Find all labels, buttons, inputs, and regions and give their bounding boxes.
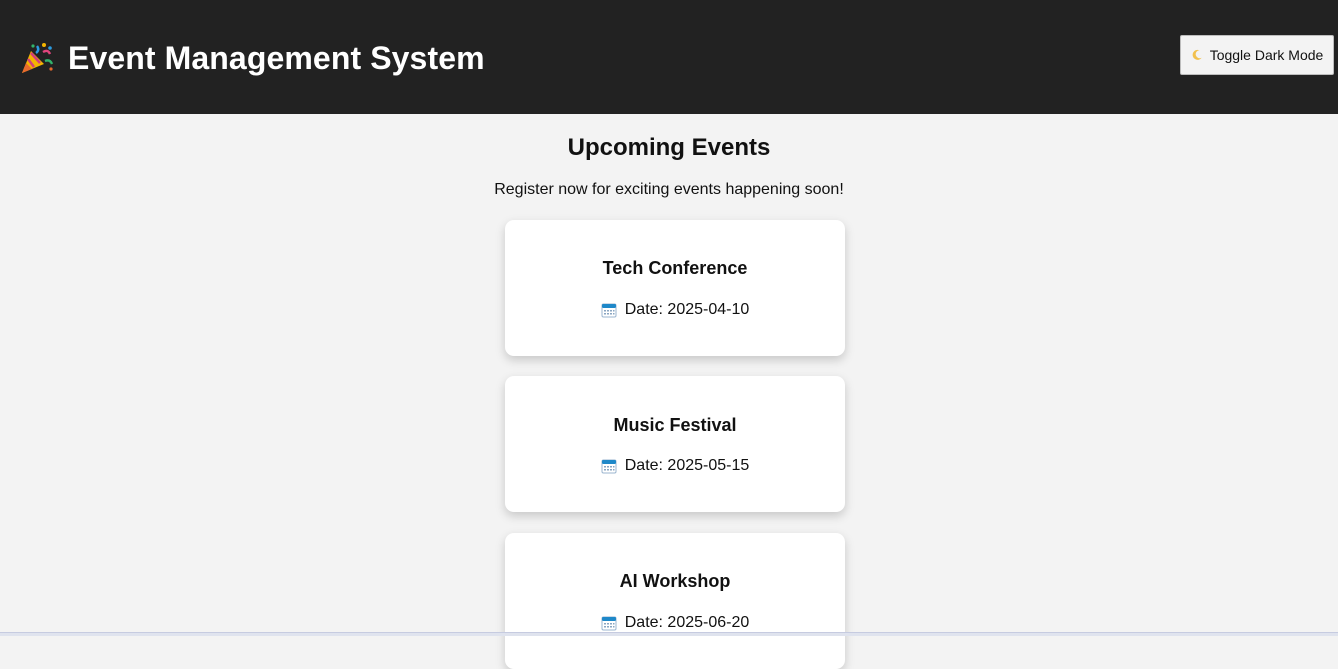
event-card[interactable]: Music Festival Date: 2025-05-15 bbox=[505, 376, 845, 512]
app-title: Event Management System bbox=[68, 40, 485, 76]
page-subtitle: Register now for exciting events happeni… bbox=[494, 181, 844, 198]
calendar-icon bbox=[601, 303, 617, 318]
calendar-icon bbox=[601, 616, 617, 631]
moon-icon bbox=[1192, 49, 1202, 60]
main-content: Upcoming Events Register now for excitin… bbox=[0, 114, 1338, 669]
top-bar: Event Management System Toggle Dark Mode bbox=[0, 0, 1338, 114]
event-name: Music Festival bbox=[613, 415, 737, 435]
page-title: Upcoming Events bbox=[567, 134, 771, 161]
event-date: Date: 2025-05-15 bbox=[505, 457, 845, 475]
event-date: Date: 2025-06-20 bbox=[505, 614, 845, 632]
event-date: Date: 2025-04-10 bbox=[505, 301, 845, 319]
party-popper-icon bbox=[22, 43, 54, 73]
calendar-icon bbox=[601, 459, 617, 474]
window-bottom-edge bbox=[0, 632, 1338, 636]
toggle-dark-mode-button[interactable]: Toggle Dark Mode bbox=[1180, 35, 1334, 75]
event-date-text: Date: 2025-04-10 bbox=[624, 301, 750, 318]
event-name: Tech Conference bbox=[602, 258, 748, 278]
event-date-text: Date: 2025-05-15 bbox=[624, 457, 750, 474]
event-card[interactable]: Tech Conference Date: 2025-04-10 bbox=[505, 220, 845, 356]
toggle-dark-mode-label: Toggle Dark Mode bbox=[1209, 47, 1324, 63]
event-date-text: Date: 2025-06-20 bbox=[624, 614, 750, 631]
brand: Event Management System bbox=[20, 40, 485, 76]
event-card[interactable]: AI Workshop Date: 2025-06-20 bbox=[505, 533, 845, 669]
event-name: AI Workshop bbox=[619, 571, 731, 591]
